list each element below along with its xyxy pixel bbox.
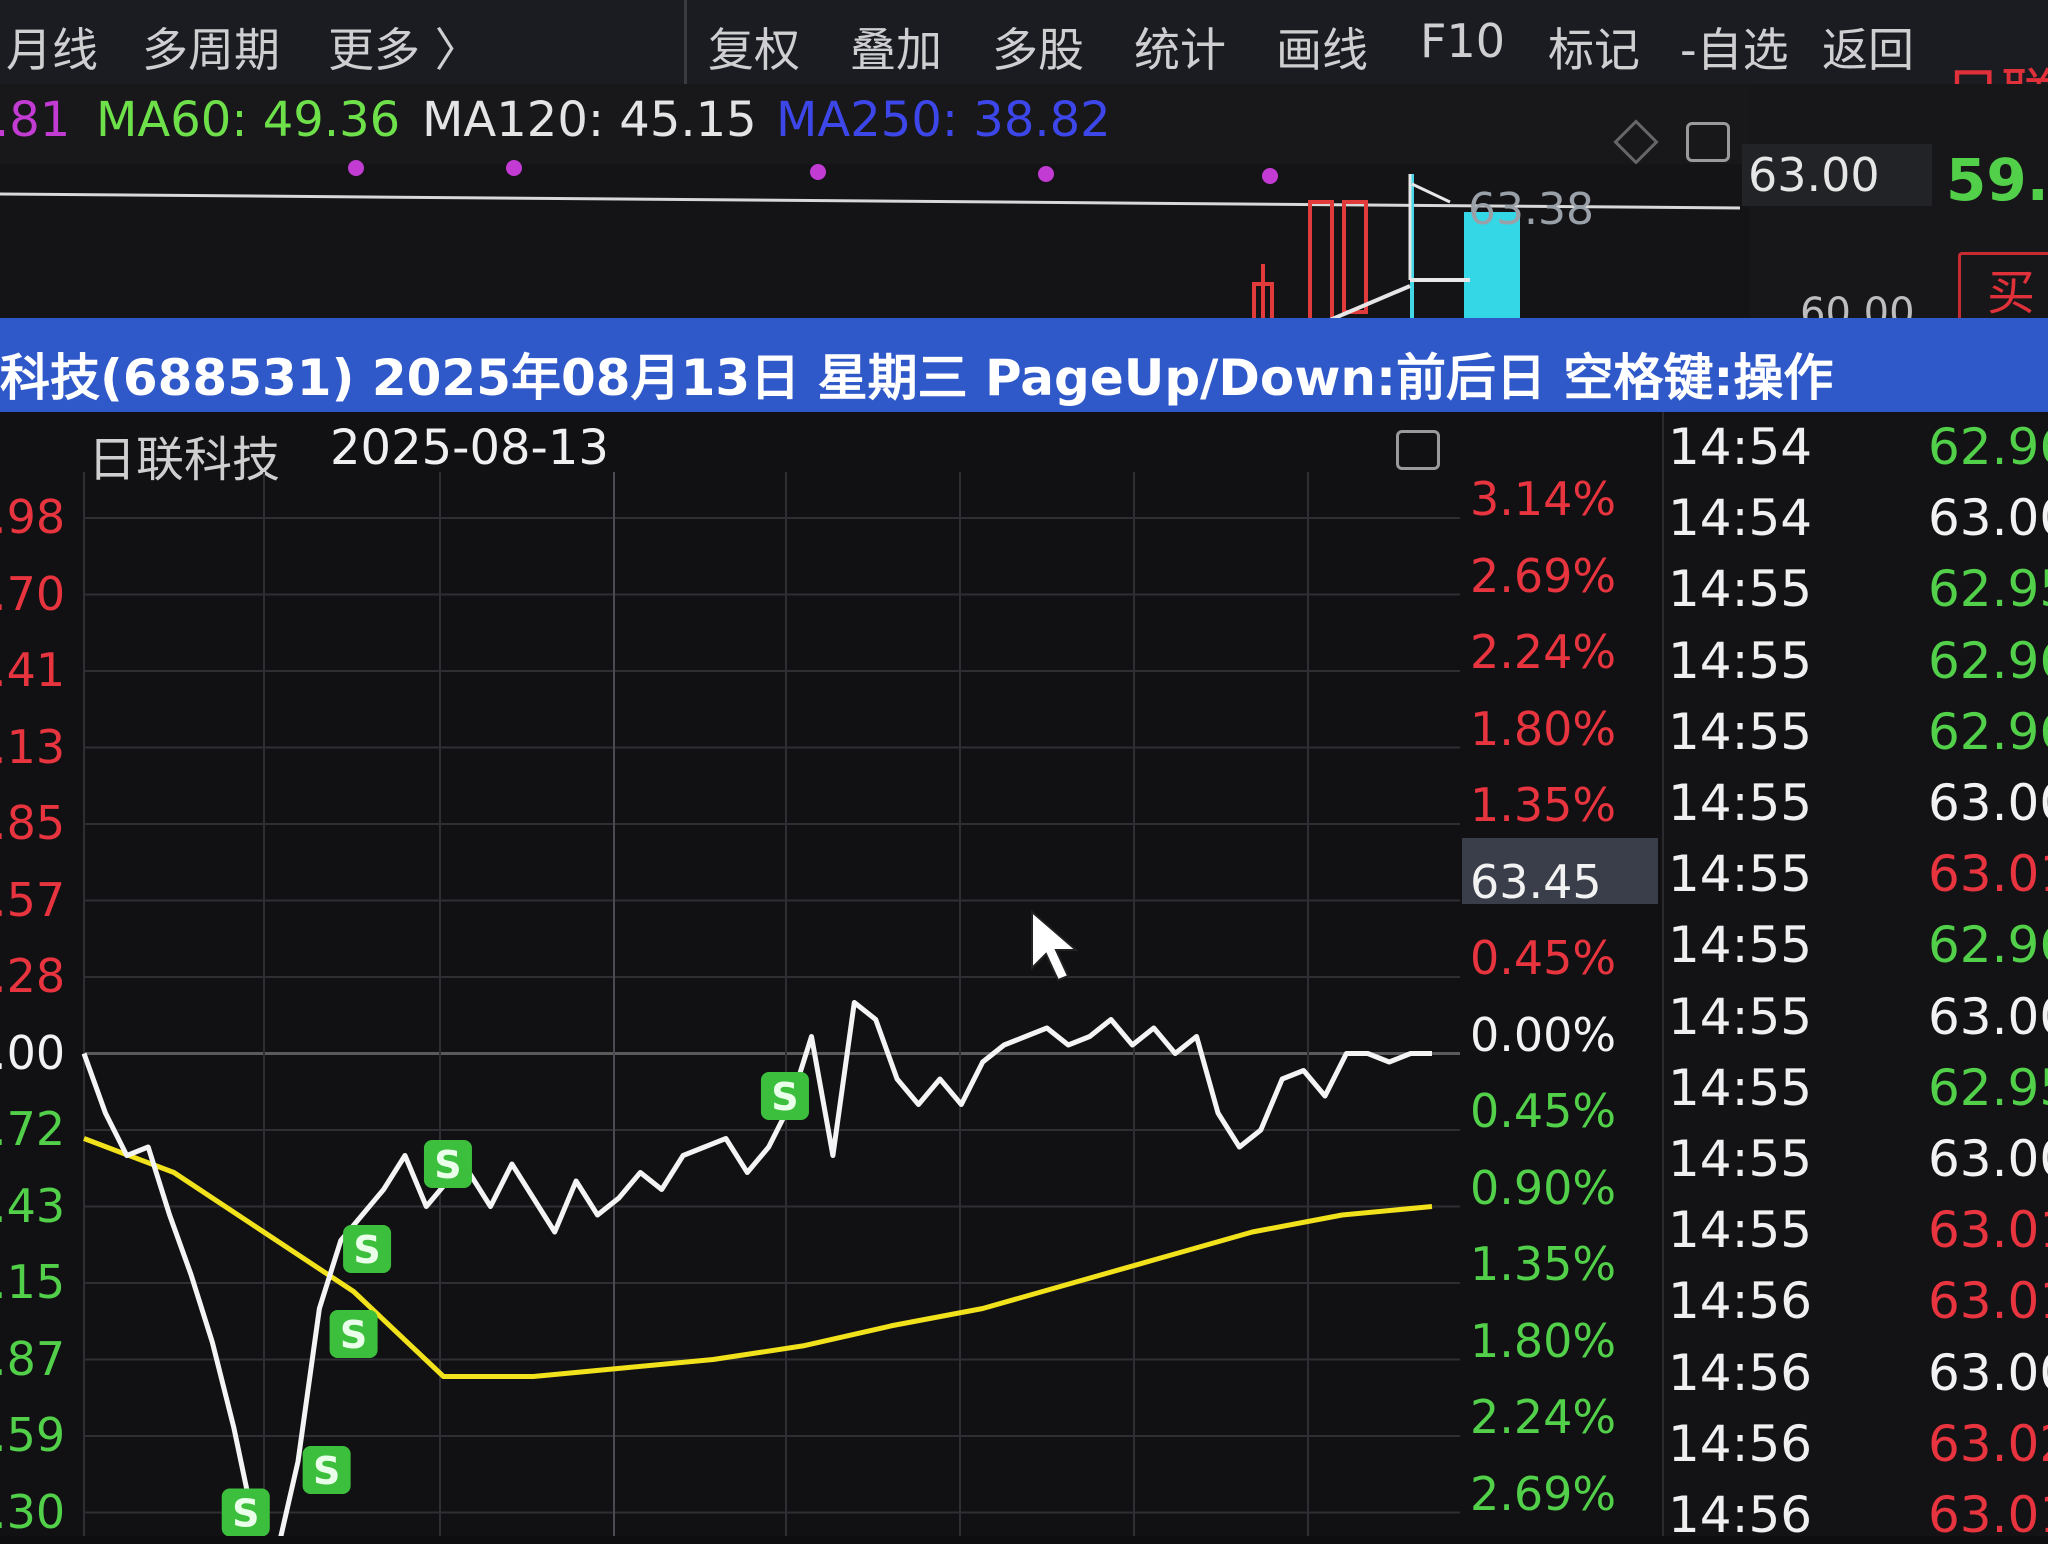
tick-time: 14:55 bbox=[1668, 1130, 1813, 1188]
right-axis-percent-label: 2.24% bbox=[1470, 1390, 1617, 1444]
tick-price: 63.00 bbox=[1928, 1130, 2048, 1188]
average-price-line bbox=[83, 1136, 1433, 1379]
sell-signal-marker: S bbox=[423, 1140, 472, 1188]
menu-monthly[interactable]: 月线 bbox=[6, 14, 98, 80]
left-axis-price-label: .70 bbox=[0, 566, 66, 621]
tick-time: 14:56 bbox=[1668, 1343, 1813, 1402]
right-axis-percent-label: 3.14% bbox=[1470, 472, 1617, 526]
tick-time: 14:55 bbox=[1668, 774, 1813, 832]
tick-price: 63.01 bbox=[1928, 1272, 2048, 1331]
left-axis-price-label: .43 bbox=[0, 1178, 66, 1233]
tick-price: 63.01 bbox=[1928, 1201, 2048, 1260]
svg-text:S: S bbox=[340, 1313, 367, 1357]
current-price-label: 63.45 bbox=[1470, 854, 1602, 909]
price-line bbox=[81, 1000, 1432, 1536]
tick-time: 14:54 bbox=[1668, 418, 1813, 476]
mouse-cursor-icon bbox=[1031, 909, 1079, 982]
tick-price: 63.00 bbox=[1928, 1343, 2048, 1402]
menu-multi-period[interactable]: 多周期 bbox=[142, 14, 280, 80]
tick-price: 63.02 bbox=[1928, 1414, 2048, 1473]
left-axis-price-label: .28 bbox=[0, 949, 66, 1003]
left-axis-price-label: .30 bbox=[0, 1484, 66, 1539]
left-axis-price-label: .00 bbox=[0, 1025, 66, 1080]
left-axis-price-label: .13 bbox=[0, 719, 66, 774]
right-axis-percent-label: 0.90% bbox=[1470, 1160, 1617, 1215]
menu-rights-adjust[interactable]: 复权 bbox=[708, 14, 800, 80]
tick-time: 14:55 bbox=[1668, 560, 1813, 619]
tick-price: 62.96 bbox=[1928, 418, 2048, 476]
menu-overlay[interactable]: 叠加 bbox=[850, 14, 942, 80]
svg-text:S: S bbox=[353, 1228, 380, 1272]
tick-time: 14:56 bbox=[1668, 1414, 1813, 1473]
ma120-value: MA120: 45.15 bbox=[422, 92, 757, 148]
sell-signal-marker: S bbox=[221, 1488, 270, 1536]
svg-text:S: S bbox=[232, 1492, 259, 1536]
tick-time: 14:55 bbox=[1668, 1058, 1813, 1117]
menu-more[interactable]: 更多 〉 bbox=[328, 14, 481, 80]
menu-statistics[interactable]: 统计 bbox=[1134, 14, 1226, 80]
sell-signal-marker: S bbox=[329, 1310, 378, 1358]
right-axis-percent-label: 0.45% bbox=[1470, 1084, 1617, 1138]
left-axis-price-label: .85 bbox=[0, 796, 66, 850]
tick-time: 14:55 bbox=[1668, 987, 1813, 1046]
ma250-value: MA250: 38.82 bbox=[776, 92, 1111, 148]
left-axis-price-label: .72 bbox=[0, 1102, 66, 1156]
right-axis-percent-label: 2.69% bbox=[1470, 548, 1617, 603]
right-axis-percent-label: 0.00% bbox=[1470, 1007, 1617, 1062]
right-axis-percent-label: 2.24% bbox=[1470, 625, 1617, 679]
left-axis-price-label: .59 bbox=[0, 1408, 66, 1462]
sell-signal-marker: S bbox=[760, 1072, 809, 1120]
svg-text:S: S bbox=[313, 1449, 340, 1493]
tick-price: 63.00 bbox=[1928, 774, 2048, 832]
left-axis-price-label: .98 bbox=[0, 490, 66, 544]
tick-price: 63.01 bbox=[1928, 1486, 2048, 1544]
svg-text:S: S bbox=[434, 1143, 461, 1187]
sell-signal-marker: S bbox=[343, 1225, 392, 1273]
left-axis-price-label: .15 bbox=[0, 1255, 66, 1309]
tick-price: 63.01 bbox=[1928, 845, 2048, 904]
right-axis-percent-label: 1.80% bbox=[1470, 1313, 1617, 1368]
tick-time: 14:56 bbox=[1668, 1272, 1813, 1331]
tick-price: 62.96 bbox=[1928, 631, 2048, 690]
tick-price: 62.96 bbox=[1928, 702, 2048, 761]
tick-time: 14:54 bbox=[1668, 489, 1813, 548]
kline-cursor-price: 63.38 bbox=[1468, 184, 1594, 235]
right-axis-percent-label: 2.69% bbox=[1470, 1466, 1617, 1521]
ma-prev-value: .81 bbox=[0, 92, 71, 148]
tick-time: 14:55 bbox=[1668, 1201, 1813, 1260]
tick-price: 62.96 bbox=[1928, 916, 2048, 975]
tick-price: 62.95 bbox=[1928, 1058, 2048, 1117]
sell-signal-marker: S bbox=[302, 1446, 351, 1494]
panel-toggle-icon[interactable] bbox=[1686, 122, 1730, 162]
menu-mark[interactable]: 标记 bbox=[1548, 14, 1640, 80]
svg-text:S: S bbox=[771, 1075, 798, 1119]
menu-watchlist-remove[interactable]: -自选 bbox=[1680, 14, 1789, 80]
banner-text: 科技(688531) 2025年08月13日 星期三 PageUp/Down:前… bbox=[0, 349, 1834, 407]
menu-f10[interactable]: F10 bbox=[1420, 14, 1505, 68]
right-axis-percent-label: 1.35% bbox=[1470, 778, 1617, 832]
right-axis-percent-label: 0.45% bbox=[1470, 931, 1617, 985]
left-axis-price-label: .41 bbox=[0, 643, 66, 697]
tick-time: 14:55 bbox=[1668, 702, 1813, 761]
menu-draw-line[interactable]: 画线 bbox=[1276, 14, 1368, 80]
tick-price: 62.95 bbox=[1928, 560, 2048, 619]
side-quote-value: 59.8 bbox=[1946, 146, 2048, 214]
tick-time: 14:55 bbox=[1668, 631, 1813, 690]
right-axis-percent-label: 1.80% bbox=[1470, 701, 1617, 756]
menu-divider bbox=[684, 0, 687, 84]
tick-price: 63.00 bbox=[1928, 987, 2048, 1046]
menu-back[interactable]: 返回 bbox=[1822, 14, 1914, 80]
tick-price: 63.00 bbox=[1928, 489, 2048, 548]
menu-multi-stock[interactable]: 多股 bbox=[992, 14, 1084, 80]
tick-time: 14:55 bbox=[1668, 916, 1813, 975]
kline-price-top: 63.00 bbox=[1748, 148, 1880, 202]
left-axis-price-label: .87 bbox=[0, 1331, 66, 1386]
ma60-value: MA60: 49.36 bbox=[96, 92, 401, 148]
left-axis-price-label: .57 bbox=[0, 872, 66, 927]
right-axis-percent-label: 1.35% bbox=[1470, 1237, 1617, 1291]
tick-time: 14:56 bbox=[1668, 1486, 1813, 1544]
tick-time: 14:55 bbox=[1668, 845, 1813, 904]
intraday-chart-svg: SSSSSS bbox=[81, 472, 1460, 1536]
